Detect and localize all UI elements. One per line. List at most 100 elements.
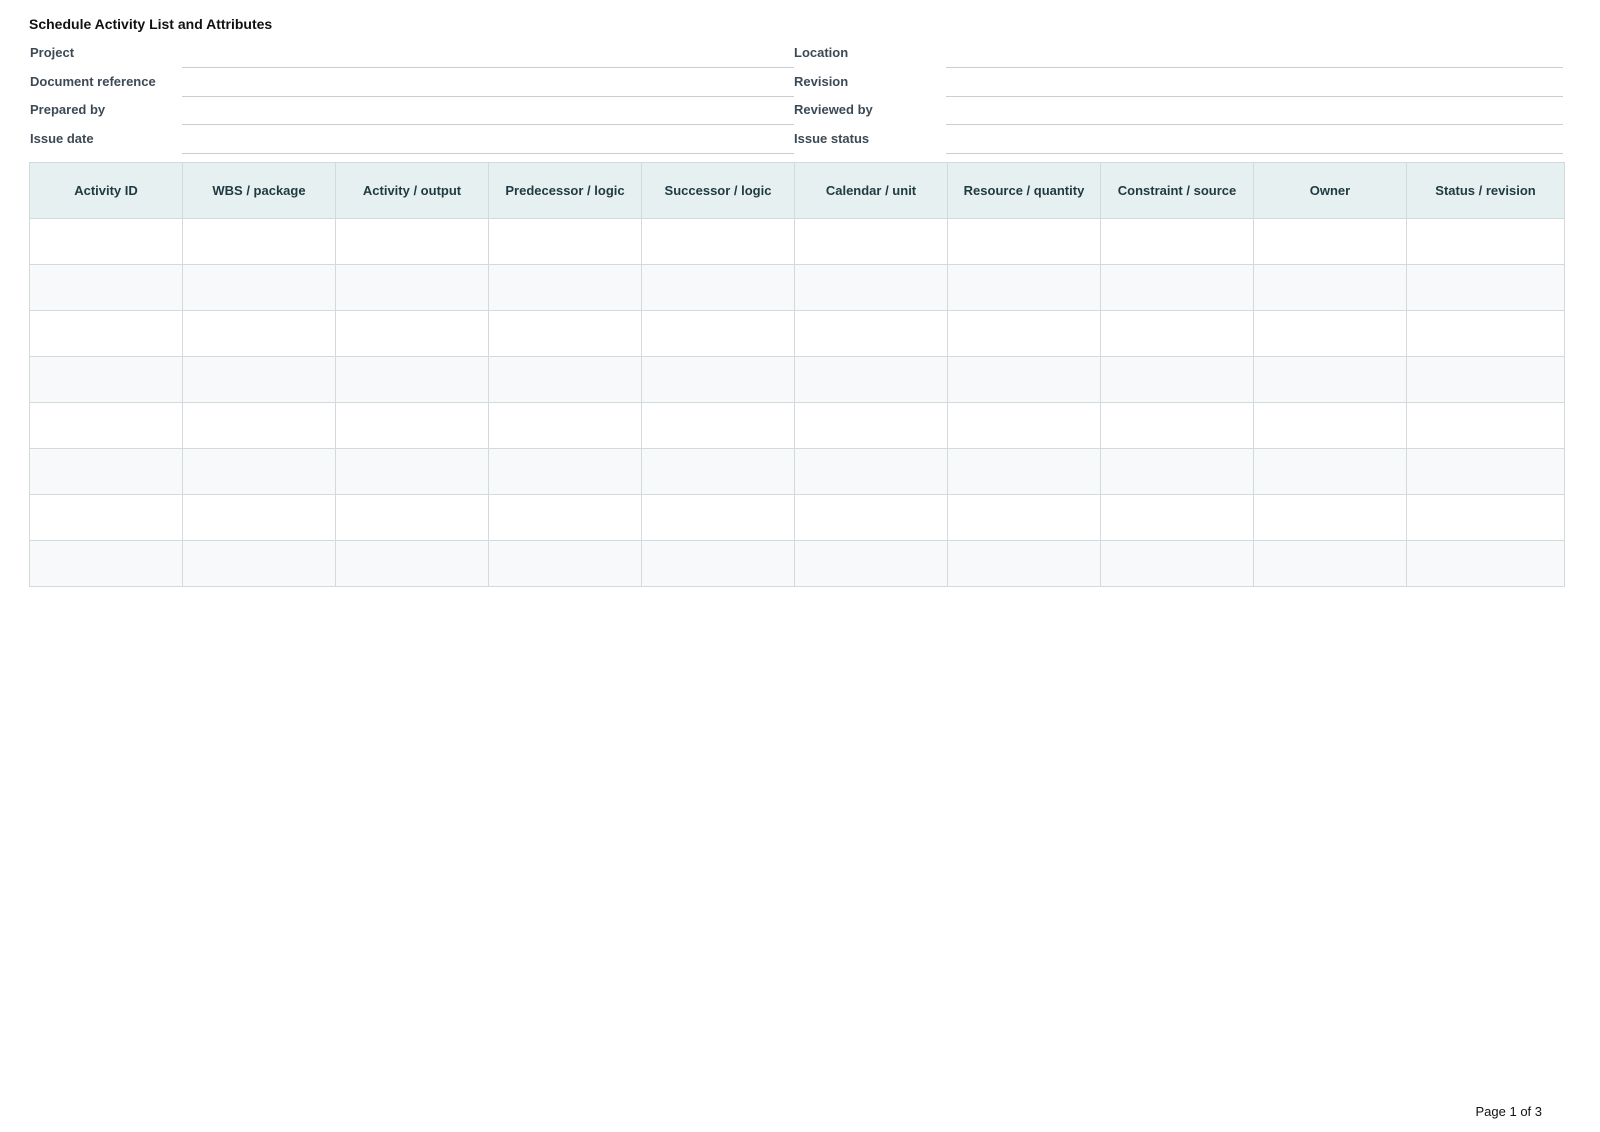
table-cell[interactable] [335,402,489,449]
table-cell[interactable] [488,494,642,541]
table-cell[interactable] [947,494,1101,541]
table-row [29,218,1565,265]
table-cell[interactable] [1406,494,1565,541]
table-cell[interactable] [488,402,642,449]
issue-date-label: Issue date [30,130,94,146]
reviewed-by-field[interactable] [946,97,1563,125]
table-cell[interactable] [335,218,489,265]
table-cell[interactable] [641,356,795,403]
table-cell[interactable] [1100,310,1254,357]
table-cell[interactable] [1253,540,1407,587]
table-cell[interactable] [182,356,336,403]
table-cell[interactable] [182,218,336,265]
table-cell[interactable] [794,540,948,587]
table-cell[interactable] [29,218,183,265]
table-cell[interactable] [29,448,183,495]
meta-row-issue-date: Issue date Issue status [29,126,1563,155]
table-cell[interactable] [29,310,183,357]
table-cell[interactable] [335,264,489,311]
table-cell[interactable] [794,448,948,495]
table-cell[interactable] [641,448,795,495]
table-cell[interactable] [488,448,642,495]
location-field[interactable] [946,40,1563,68]
page-title: Schedule Activity List and Attributes [29,16,273,32]
table-cell[interactable] [1406,540,1565,587]
table-cell[interactable] [1100,218,1254,265]
table-cell[interactable] [1100,494,1254,541]
table-cell[interactable] [488,264,642,311]
table-cell[interactable] [1253,402,1407,449]
activity-table: Activity ID WBS / package Activity / out… [29,162,1565,587]
table-cell[interactable] [488,218,642,265]
table-cell[interactable] [947,402,1101,449]
table-cell[interactable] [335,540,489,587]
table-cell[interactable] [641,218,795,265]
issue-date-field[interactable] [182,126,794,154]
table-cell[interactable] [1406,356,1565,403]
table-cell[interactable] [335,448,489,495]
table-cell[interactable] [29,402,183,449]
table-cell[interactable] [947,264,1101,311]
table-cell[interactable] [947,310,1101,357]
table-cell[interactable] [1100,402,1254,449]
table-cell[interactable] [335,310,489,357]
table-cell[interactable] [794,218,948,265]
table-cell[interactable] [1100,264,1254,311]
table-cell[interactable] [29,264,183,311]
prepared-by-field[interactable] [182,97,794,125]
table-cell[interactable] [1253,218,1407,265]
table-cell[interactable] [641,264,795,311]
table-cell[interactable] [488,310,642,357]
table-cell[interactable] [1406,448,1565,495]
table-cell[interactable] [947,356,1101,403]
document-reference-label: Document reference [30,73,156,89]
column-header-owner: Owner [1253,162,1407,219]
table-cell[interactable] [182,494,336,541]
table-cell[interactable] [1253,494,1407,541]
table-cell[interactable] [641,402,795,449]
table-cell[interactable] [794,494,948,541]
table-row [29,402,1565,449]
meta-row-document-reference: Document reference Revision [29,69,1563,98]
issue-status-field[interactable] [946,126,1563,154]
table-cell[interactable] [182,402,336,449]
table-cell[interactable] [488,540,642,587]
table-cell[interactable] [947,448,1101,495]
table-cell[interactable] [29,540,183,587]
table-cell[interactable] [641,540,795,587]
table-cell[interactable] [182,310,336,357]
table-cell[interactable] [335,356,489,403]
table-cell[interactable] [1406,264,1565,311]
table-cell[interactable] [335,494,489,541]
document-reference-field[interactable] [182,69,794,97]
table-cell[interactable] [794,402,948,449]
table-cell[interactable] [1406,218,1565,265]
table-cell[interactable] [1253,310,1407,357]
table-cell[interactable] [488,356,642,403]
table-cell[interactable] [29,494,183,541]
table-cell[interactable] [947,540,1101,587]
table-row [29,448,1565,495]
table-cell[interactable] [182,540,336,587]
table-cell[interactable] [1253,448,1407,495]
table-row [29,356,1565,403]
table-cell[interactable] [1100,540,1254,587]
table-cell[interactable] [794,356,948,403]
table-cell[interactable] [1253,356,1407,403]
table-cell[interactable] [1406,402,1565,449]
table-cell[interactable] [182,264,336,311]
issue-status-label: Issue status [794,130,870,146]
table-cell[interactable] [182,448,336,495]
table-cell[interactable] [29,356,183,403]
table-cell[interactable] [1406,310,1565,357]
revision-field[interactable] [946,69,1563,97]
table-cell[interactable] [641,494,795,541]
table-cell[interactable] [947,218,1101,265]
table-cell[interactable] [1253,264,1407,311]
table-cell[interactable] [794,310,948,357]
table-cell[interactable] [641,310,795,357]
project-field[interactable] [182,40,794,68]
table-cell[interactable] [794,264,948,311]
table-cell[interactable] [1100,448,1254,495]
table-cell[interactable] [1100,356,1254,403]
